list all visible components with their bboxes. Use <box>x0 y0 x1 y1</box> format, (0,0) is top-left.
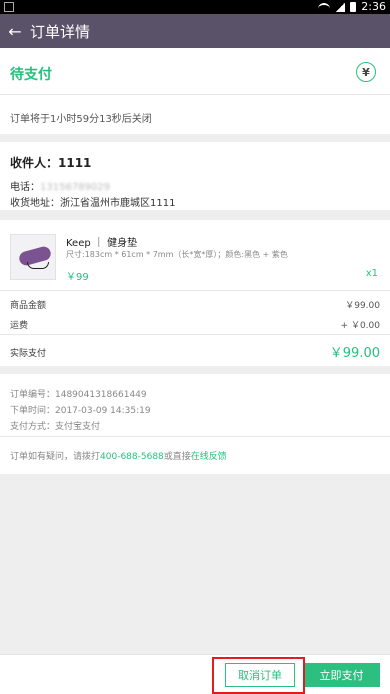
app-bar: ← 订单详情 <box>0 14 390 48</box>
back-button[interactable]: ← <box>0 14 30 48</box>
receiver-phone: 电话：13156789029 <box>10 178 110 193</box>
receiver-name: 收件人：1111 <box>10 156 92 170</box>
help-text: 订单如有疑问，请拨打400-688-5688或直接在线反馈 <box>10 449 227 462</box>
bottom-action-bar: 取消订单 立即支付 <box>0 654 390 694</box>
mat-strap-image <box>27 262 49 269</box>
order-status-title: 待支付 <box>10 67 52 83</box>
page-title: 订单详情 <box>30 22 91 41</box>
order-time: 下单时间：2017-03-09 14:35:19 <box>10 406 151 416</box>
pay-now-button[interactable]: 立即支付 <box>303 663 380 687</box>
order-number: 订单编号：1489041318661449 <box>10 390 147 400</box>
actual-paid-label: 实际支付 <box>10 349 47 359</box>
shipping-value: + ￥0.00 <box>340 321 380 331</box>
receiver-address: 收货地址：浙江省温州市鹿城区1111 <box>10 198 176 209</box>
battery-icon <box>350 2 357 12</box>
shipping-label: 运费 <box>10 321 29 331</box>
close-countdown-text: 订单将于1小时59分13秒后关闭 <box>10 114 152 125</box>
wifi-icon <box>318 2 331 12</box>
service-phone-link[interactable]: 400-688-5688 <box>100 452 164 462</box>
product-quantity: x1 <box>365 268 378 279</box>
signal-icon <box>335 2 346 12</box>
phone-value-blurred: 13156789029 <box>40 182 110 193</box>
online-feedback-link[interactable]: 在线反馈 <box>191 452 227 462</box>
product-thumbnail[interactable] <box>10 234 56 280</box>
yen-icon: ¥ <box>356 62 376 82</box>
product-spec: 尺寸:183cm * 61cm * 7mm（长*宽*厚）；颜色:黑色 + 紫色 <box>66 250 288 259</box>
actual-paid-value: ￥99.00 <box>329 346 380 361</box>
status-icons: 2:36 <box>318 0 386 14</box>
status-bar: 2:36 <box>0 0 390 14</box>
product-price: ￥99 <box>66 272 89 283</box>
help-middle: 或直接 <box>163 452 191 462</box>
notification-icon <box>4 2 14 12</box>
arrow-left-icon: ← <box>8 21 22 41</box>
help-prefix: 订单如有疑问，请拨打 <box>10 452 101 462</box>
receiver-card: 收件人：1111 电话：13156789029 收货地址：浙江省温州市鹿城区11… <box>0 142 390 210</box>
divider <box>0 436 390 437</box>
divider <box>0 290 390 291</box>
payment-method: 支付方式：支付宝支付 <box>10 422 101 432</box>
product-name[interactable]: Keep ｜ 健身垫 <box>66 234 137 249</box>
divider <box>0 94 390 95</box>
order-status-card: 待支付 ¥ 订单将于1小时59分13秒后关闭 <box>0 48 390 134</box>
goods-amount-value: ￥99.00 <box>345 301 380 311</box>
divider <box>0 334 390 335</box>
goods-amount-label: 商品金额 <box>10 301 47 311</box>
highlight-box <box>212 657 305 694</box>
clock: 2:36 <box>361 0 386 13</box>
phone-label: 电话： <box>10 182 40 193</box>
